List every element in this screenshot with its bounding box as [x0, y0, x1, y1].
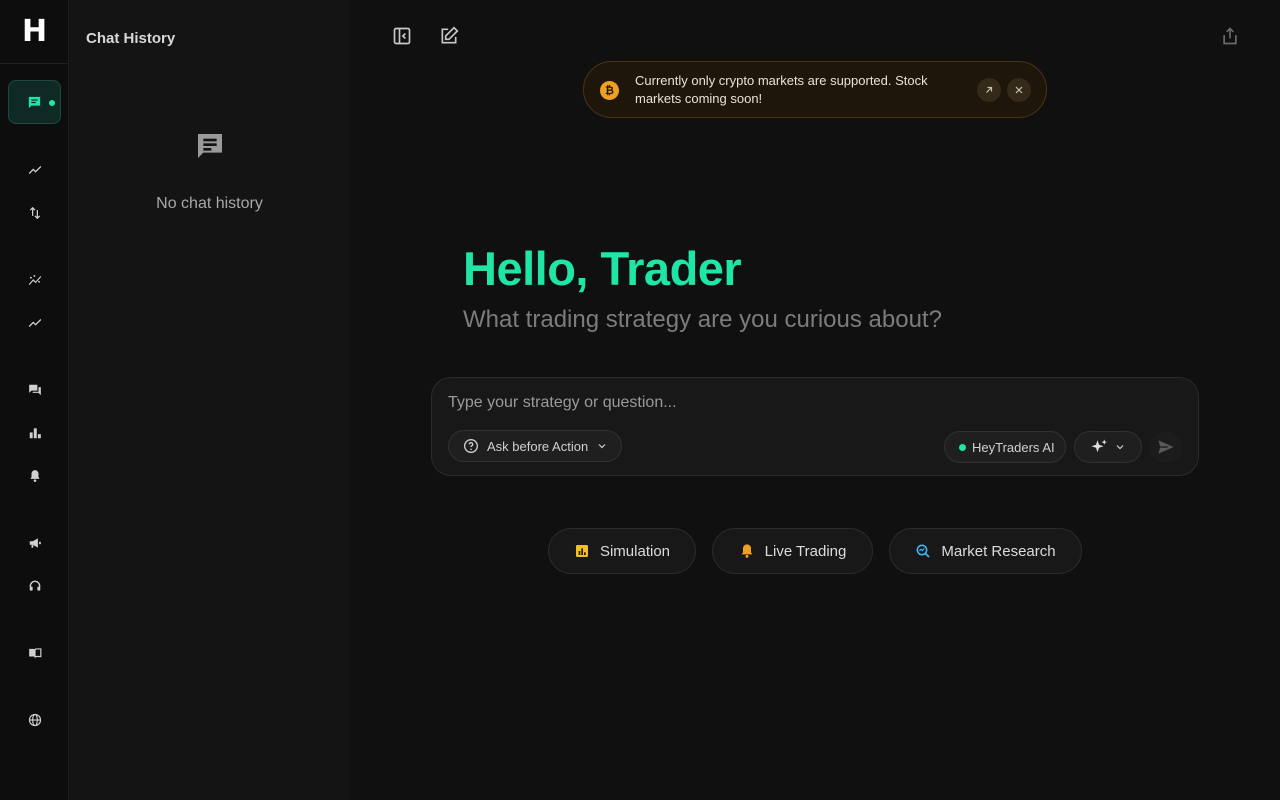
- action-mode-label: Ask before Action: [487, 438, 589, 454]
- left-rail: H: [0, 0, 69, 800]
- globe-icon: [28, 713, 42, 727]
- notice-text: Currently only crypto markets are suppor…: [635, 73, 928, 106]
- no-chat-history-text: No chat history: [156, 195, 263, 212]
- bell-icon: [739, 543, 755, 559]
- rail-item-performance[interactable]: [22, 310, 48, 336]
- bell-icon: [30, 470, 40, 482]
- toggle-sidebar-button[interactable]: [390, 24, 414, 48]
- quick-action-market-research[interactable]: Market Research: [889, 528, 1082, 574]
- chat-history-panel: Chat History No chat history: [70, 0, 349, 800]
- chevron-down-icon: [1116, 445, 1124, 450]
- chat-history-title: Chat History: [86, 30, 176, 47]
- quick-action-live-trading[interactable]: Live Trading: [712, 528, 873, 574]
- action-mode-dropdown[interactable]: Ask before Action: [448, 430, 622, 462]
- send-button[interactable]: [1150, 431, 1182, 463]
- notice-banner: ₿ Currently only crypto markets are supp…: [583, 61, 1047, 118]
- rail-item-forum[interactable]: [22, 377, 48, 403]
- ai-options-dropdown[interactable]: [1074, 431, 1142, 463]
- swap-vertical-icon: [29, 206, 41, 220]
- model-status-dot: [959, 443, 966, 451]
- logo[interactable]: H: [0, 0, 69, 64]
- simulation-chart-icon: [574, 543, 590, 559]
- active-indicator-dot: [49, 100, 55, 106]
- scatter-trend-icon: [28, 274, 42, 286]
- book-icon: [29, 648, 42, 658]
- model-label: HeyTraders AI: [972, 439, 1055, 455]
- chevron-down-icon: [598, 444, 606, 449]
- rail-item-docs[interactable]: [22, 640, 48, 666]
- headset-icon: [29, 580, 41, 591]
- prompt-composer: Ask before Action HeyTraders AI: [431, 377, 1199, 476]
- megaphone-icon: [29, 538, 41, 548]
- rail-item-trend[interactable]: [22, 157, 48, 183]
- quick-action-label: Live Trading: [764, 542, 847, 560]
- edit-icon: [441, 26, 459, 44]
- research-search-icon: [915, 543, 931, 559]
- sidebar-collapse-icon: [393, 27, 411, 45]
- greeting-title: Hello, Trader: [463, 242, 742, 295]
- rail-item-analytics[interactable]: [22, 267, 48, 293]
- quick-action-simulation[interactable]: Simulation: [548, 528, 696, 574]
- forum-icon: [29, 384, 41, 396]
- bar-chart-icon: [29, 428, 41, 439]
- bitcoin-icon: ₿: [600, 81, 619, 100]
- quick-action-label: Simulation: [599, 542, 671, 560]
- prompt-input[interactable]: [448, 392, 1168, 414]
- logo-letter: H: [21, 13, 48, 49]
- notice-open-button[interactable]: [977, 78, 1001, 102]
- chat-icon: [28, 96, 41, 108]
- sparkles-icon: [1091, 439, 1107, 453]
- rail-item-language[interactable]: [22, 707, 48, 733]
- rail-item-trade[interactable]: [22, 200, 48, 226]
- notice-close-button[interactable]: [1007, 78, 1031, 102]
- model-selector[interactable]: HeyTraders AI: [944, 431, 1066, 463]
- new-chat-button[interactable]: [437, 24, 461, 48]
- rail-item-alerts[interactable]: [22, 463, 48, 489]
- help-circle-icon: [464, 439, 478, 453]
- chat-empty-icon: [198, 134, 222, 158]
- greeting-subtitle: What trading strategy are you curious ab…: [463, 306, 942, 333]
- arrow-up-right-icon: [986, 86, 993, 93]
- send-icon: [1158, 440, 1174, 454]
- rail-item-leaderboard[interactable]: [22, 420, 48, 446]
- share-icon: [1223, 27, 1237, 45]
- rail-item-chat[interactable]: [8, 80, 61, 124]
- quick-action-label: Market Research: [941, 542, 1056, 560]
- trend-line-icon: [28, 319, 42, 327]
- share-button[interactable]: [1218, 24, 1242, 48]
- rail-item-support[interactable]: [22, 573, 48, 599]
- close-icon: [1015, 86, 1023, 94]
- rail-item-announcements[interactable]: [22, 530, 48, 556]
- trend-line-icon: [28, 166, 42, 174]
